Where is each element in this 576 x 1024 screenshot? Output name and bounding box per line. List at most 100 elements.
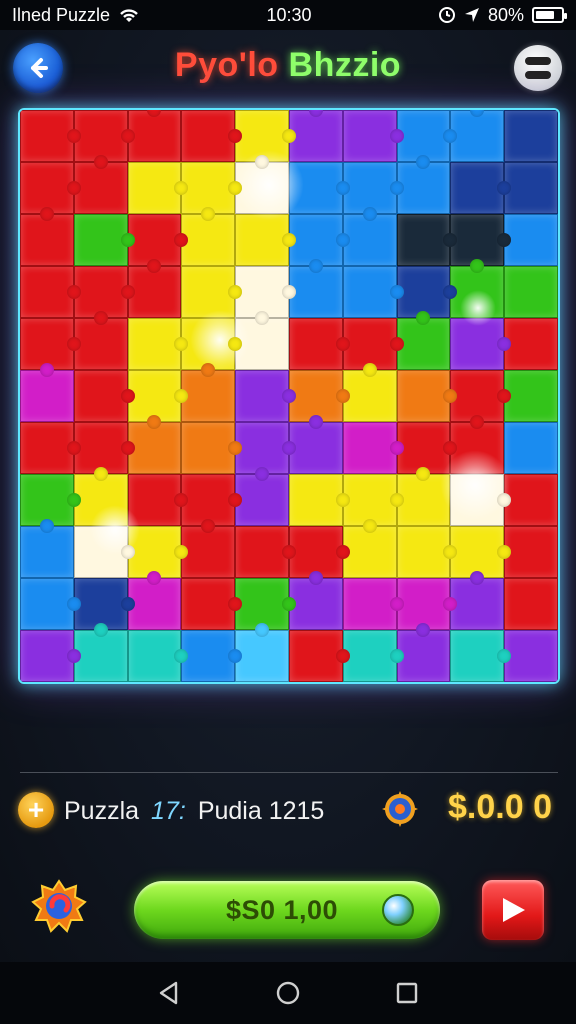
puzzle-piece[interactable] [127, 110, 182, 162]
puzzle-piece[interactable] [127, 630, 189, 682]
puzzle-piece[interactable] [396, 311, 451, 370]
status-left: Ilned Puzzle [12, 5, 140, 26]
puzzle-piece[interactable] [450, 110, 505, 162]
puzzle-piece[interactable] [235, 155, 289, 214]
puzzle-piece[interactable] [20, 422, 81, 474]
puzzle-piece[interactable] [504, 318, 558, 370]
back-triangle-icon[interactable] [156, 980, 182, 1006]
emblem-icon[interactable] [30, 878, 88, 936]
puzzle-piece[interactable] [127, 318, 189, 370]
puzzle-piece[interactable] [73, 214, 135, 266]
puzzle-piece[interactable] [127, 162, 189, 214]
puzzle-piece[interactable] [181, 519, 236, 578]
puzzle-piece[interactable] [342, 422, 404, 474]
puzzle-piece[interactable] [504, 266, 558, 318]
puzzle-piece[interactable] [73, 155, 128, 214]
puzzle-piece[interactable] [504, 422, 558, 474]
puzzle-piece[interactable] [288, 571, 343, 630]
plus-icon[interactable]: + [18, 792, 54, 828]
puzzle-piece[interactable] [342, 519, 397, 578]
puzzle-piece[interactable] [504, 474, 558, 526]
puzzle-piece[interactable] [450, 318, 511, 370]
puzzle-piece[interactable] [450, 259, 505, 318]
puzzle-piece[interactable] [127, 415, 182, 474]
puzzle-piece[interactable] [235, 526, 296, 578]
puzzle-piece[interactable] [288, 474, 350, 526]
puzzle-piece[interactable] [20, 630, 81, 682]
puzzle-piece[interactable] [504, 162, 558, 214]
puzzle-piece[interactable] [504, 110, 558, 162]
puzzle-piece[interactable] [73, 467, 128, 526]
puzzle-piece[interactable] [127, 259, 182, 318]
puzzle-piece[interactable] [288, 630, 350, 682]
puzzle-board[interactable] [18, 108, 560, 684]
puzzle-piece[interactable] [181, 422, 242, 474]
puzzle-piece[interactable] [73, 526, 135, 578]
home-circle-icon[interactable] [275, 980, 301, 1006]
puzzle-piece[interactable] [127, 571, 182, 630]
game-title: Pyo'lo Bhzzio [160, 46, 416, 90]
puzzle-piece[interactable] [181, 207, 236, 266]
puzzle-piece[interactable] [450, 630, 511, 682]
puzzle-piece[interactable] [20, 519, 74, 578]
puzzle-piece[interactable] [396, 467, 451, 526]
puzzle-piece[interactable] [20, 363, 74, 422]
puzzle-piece[interactable] [396, 214, 458, 266]
puzzle-piece[interactable] [288, 318, 350, 370]
system-nav-bar [0, 962, 576, 1024]
puzzle-piece[interactable] [235, 214, 296, 266]
puzzle-piece[interactable] [288, 259, 343, 318]
puzzle-piece[interactable] [127, 474, 189, 526]
puzzle-piece[interactable] [181, 578, 242, 630]
puzzle-piece[interactable] [396, 623, 451, 682]
puzzle-piece[interactable] [342, 363, 397, 422]
puzzle-piece[interactable] [450, 415, 505, 474]
puzzle-piece[interactable] [450, 571, 505, 630]
puzzle-piece[interactable] [288, 162, 350, 214]
back-button[interactable] [13, 43, 63, 93]
buy-button[interactable]: $S0 1,00 [134, 881, 440, 939]
orb-icon [382, 894, 414, 926]
play-button[interactable] [482, 880, 544, 940]
puzzle-piece[interactable] [396, 370, 458, 422]
puzzle-piece[interactable] [342, 207, 397, 266]
puzzle-piece[interactable] [20, 110, 81, 162]
puzzle-piece[interactable] [235, 370, 296, 422]
puzzle-piece[interactable] [504, 578, 558, 630]
puzzle-piece[interactable] [288, 415, 343, 474]
puzzle-piece[interactable] [181, 363, 236, 422]
recents-square-icon[interactable] [394, 980, 420, 1006]
play-icon [503, 898, 525, 922]
puzzle-piece[interactable] [73, 311, 128, 370]
puzzle-piece[interactable] [235, 311, 289, 370]
status-time: 10:30 [266, 4, 312, 25]
puzzle-piece[interactable] [396, 526, 458, 578]
puzzle-piece[interactable] [20, 266, 81, 318]
status-right: 80% [438, 5, 567, 26]
puzzle-piece[interactable] [235, 467, 289, 526]
puzzle-piece[interactable] [20, 207, 74, 266]
puzzle-piece[interactable] [396, 155, 451, 214]
puzzle-piece[interactable] [450, 474, 511, 526]
puzzle-piece[interactable] [181, 630, 242, 682]
compass-icon[interactable] [380, 789, 420, 829]
puzzle-piece[interactable] [342, 630, 404, 682]
menu-button[interactable] [514, 45, 562, 91]
puzzle-piece[interactable] [235, 623, 289, 682]
puzzle-piece[interactable] [342, 578, 404, 630]
puzzle-piece[interactable] [181, 266, 242, 318]
puzzle-piece[interactable] [450, 162, 511, 214]
menu-icon-bar-bottom [525, 71, 551, 79]
puzzle-piece[interactable] [181, 110, 242, 162]
buy-button-label: $S0 1,00 [225, 894, 339, 925]
puzzle-piece[interactable] [342, 110, 404, 162]
puzzle-piece[interactable] [73, 370, 135, 422]
puzzle-piece[interactable] [20, 578, 81, 630]
puzzle-piece[interactable] [342, 266, 404, 318]
puzzle-piece[interactable] [504, 370, 558, 422]
puzzle-piece[interactable] [504, 526, 558, 578]
puzzle-piece[interactable] [504, 630, 558, 682]
puzzle-piece[interactable] [288, 110, 343, 162]
puzzle-piece[interactable] [504, 214, 558, 266]
puzzle-piece[interactable] [73, 623, 128, 682]
